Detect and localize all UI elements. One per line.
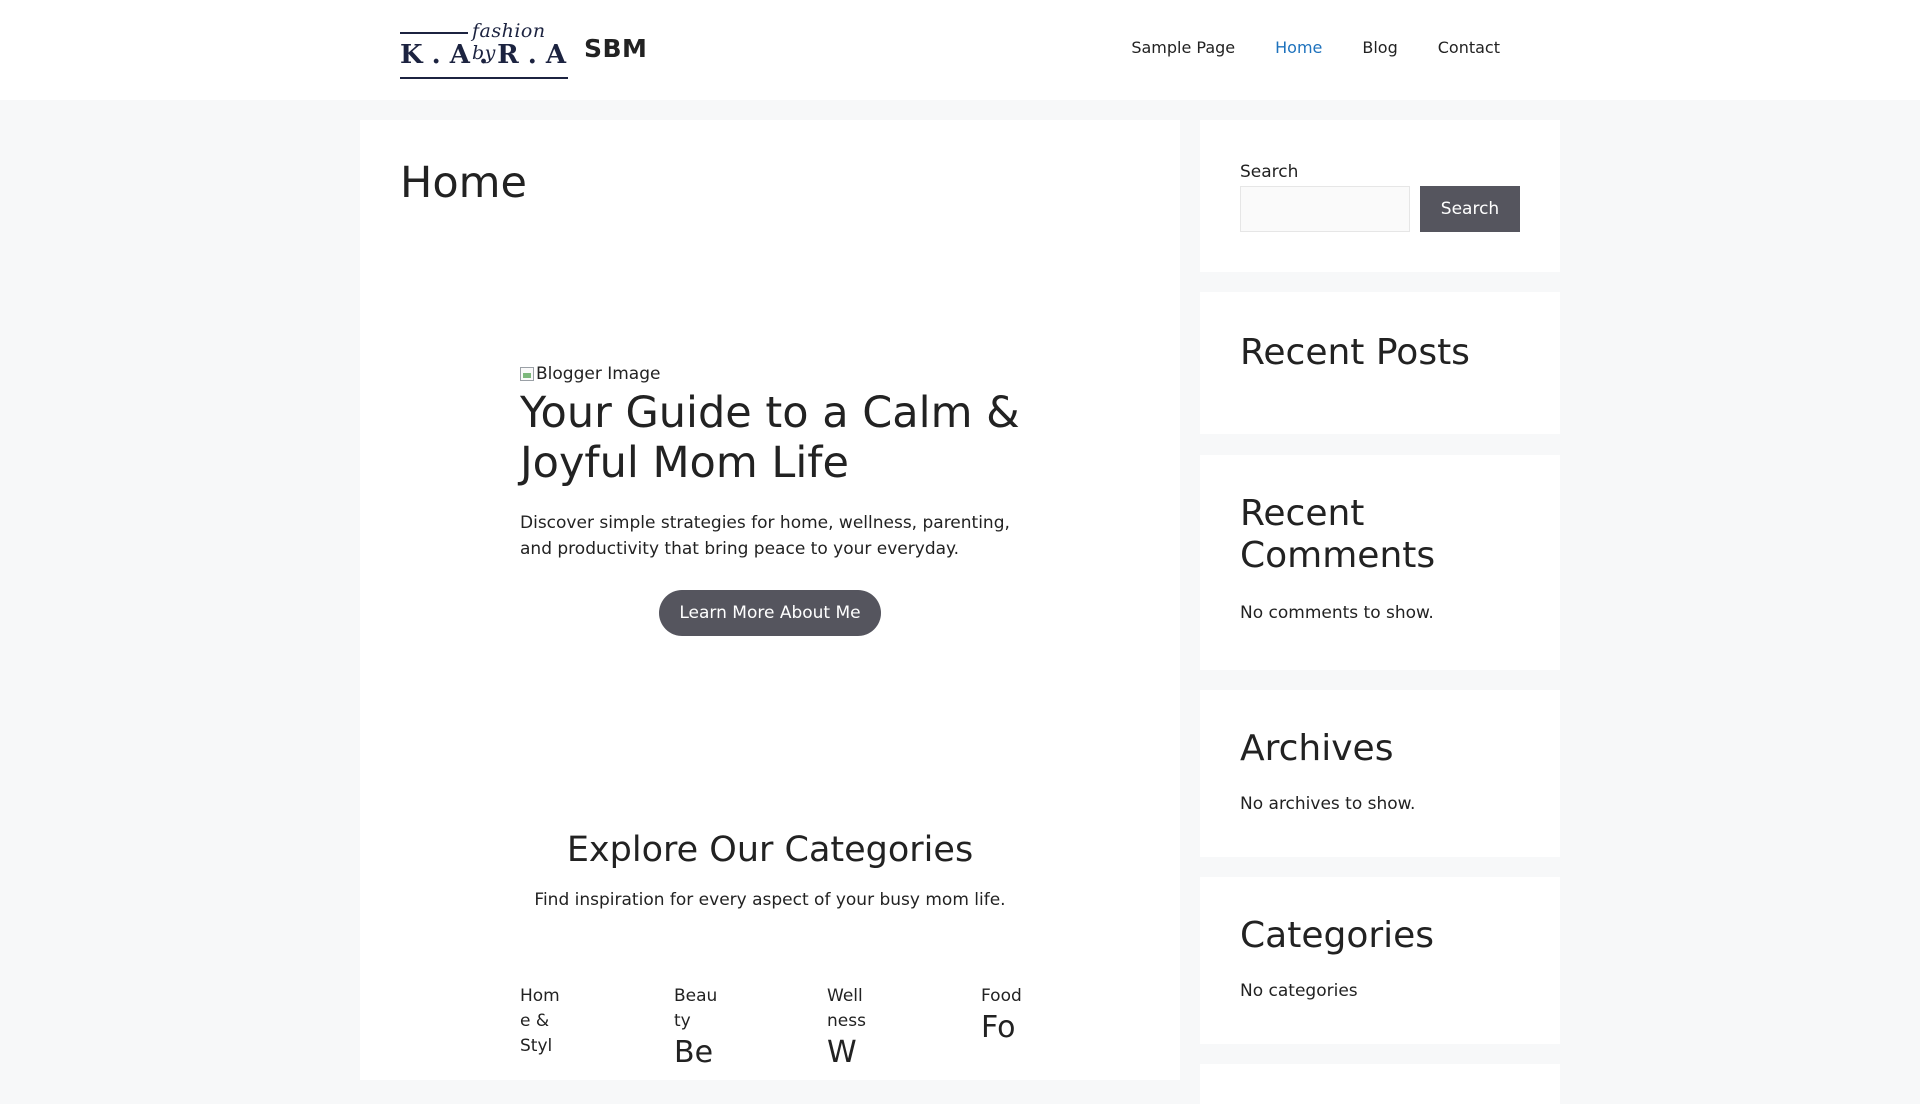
- category-card-beauty[interactable]: Beauty Be: [674, 984, 718, 1072]
- recent-comments-empty: No comments to show.: [1240, 603, 1434, 623]
- category-grid: Home & Styl Beauty Be Wellness W Food Fo: [520, 984, 1040, 1080]
- main-content: Home Blogger Image Your Guide to a Calm …: [360, 120, 1180, 1080]
- category-name: Be: [674, 1035, 714, 1070]
- category-image-alt: Home & Styl: [520, 986, 560, 1056]
- categories-header: Explore Our Categories Find inspiration …: [360, 830, 1180, 910]
- blogger-image: Blogger Image: [520, 364, 1020, 384]
- logo-rule-bottom: [400, 77, 568, 79]
- nav-item-home[interactable]: Home: [1275, 38, 1322, 57]
- category-image-alt: Beauty: [674, 986, 718, 1031]
- blogger-image-alt: Blogger Image: [536, 364, 661, 384]
- archives-title: Archives: [1240, 728, 1394, 769]
- categories-widget: Categories No categories: [1200, 877, 1560, 1044]
- hero-title: Your Guide to a Calm & Joyful Mom Life: [520, 388, 1020, 488]
- recent-posts-widget: Recent Posts: [1200, 292, 1560, 434]
- logo-rule-top: [400, 32, 468, 34]
- next-widget: [1200, 1064, 1560, 1104]
- recent-comments-title: Recent Comments: [1240, 493, 1436, 576]
- recent-comments-widget: Recent Comments No comments to show.: [1200, 455, 1560, 670]
- site-header: fashion by K . A . R . A SBM Sample Page…: [0, 0, 1920, 100]
- category-name: Fo: [981, 1010, 1016, 1045]
- categories-widget-title: Categories: [1240, 915, 1435, 956]
- site-logo[interactable]: fashion by K . A . R . A: [400, 20, 570, 82]
- archives-widget: Archives No archives to show.: [1200, 690, 1560, 857]
- learn-more-button[interactable]: Learn More About Me: [659, 590, 881, 636]
- search-input[interactable]: [1240, 186, 1410, 232]
- nav-item-sample-page[interactable]: Sample Page: [1131, 38, 1235, 57]
- category-name: W: [827, 1035, 857, 1070]
- categories-title: Explore Our Categories: [566, 830, 974, 870]
- search-button[interactable]: Search: [1420, 186, 1520, 232]
- nav-item-blog[interactable]: Blog: [1362, 38, 1397, 57]
- category-card-food[interactable]: Food Fo: [981, 984, 1025, 1047]
- hero-description: Discover simple strategies for home, wel…: [520, 513, 1010, 559]
- nav-item-contact[interactable]: Contact: [1438, 38, 1500, 57]
- main-nav: Sample Page Home Blog Contact: [1091, 38, 1500, 57]
- category-card-wellness[interactable]: Wellness W: [827, 984, 871, 1072]
- category-image-alt: Food: [981, 986, 1022, 1006]
- site-title[interactable]: SBM: [584, 34, 647, 63]
- recent-posts-title: Recent Posts: [1240, 332, 1470, 373]
- broken-image-icon: [520, 367, 534, 381]
- search-widget: Search Search: [1200, 120, 1560, 272]
- categories-subtitle: Find inspiration for every aspect of you…: [534, 890, 1006, 910]
- archives-empty: No archives to show.: [1240, 794, 1416, 814]
- search-label: Search: [1240, 162, 1299, 182]
- categories-empty: No categories: [1240, 981, 1358, 1001]
- category-card-home-style[interactable]: Home & Styl: [520, 984, 564, 1059]
- hero-button-wrap: Learn More About Me: [520, 590, 1020, 636]
- page-title: Home: [400, 158, 527, 208]
- hero-section: Blogger Image Your Guide to a Calm & Joy…: [520, 364, 1020, 636]
- logo-letters: K . A . R . A: [400, 40, 567, 70]
- category-image-alt: Wellness: [827, 986, 866, 1031]
